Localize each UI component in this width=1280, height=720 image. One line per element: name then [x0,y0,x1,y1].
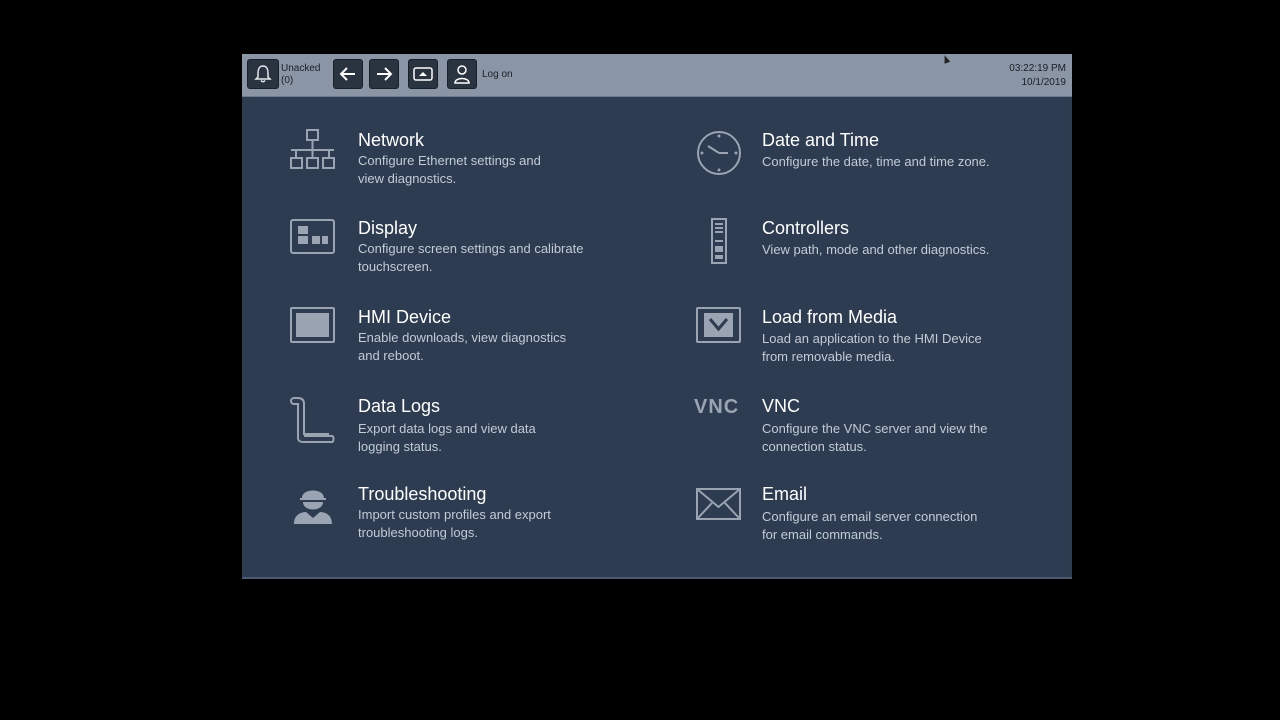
bell-icon [254,65,272,83]
arrow-left-icon [339,67,355,81]
tile-description: View path, mode and other diagnostics. [762,241,1022,259]
home-screen-button[interactable] [408,59,438,89]
user-icon [454,65,470,84]
tile-description: Enable downloads, view diagnostics and r… [358,329,608,365]
tile-title: Load from Media [762,307,898,327]
network-icon [290,129,335,169]
controller-icon [711,218,727,264]
logon-button[interactable] [447,59,477,89]
alarm-status: Unacked (0) [281,63,320,87]
tile-description: Export data logs and view data logging s… [358,420,608,456]
alarm-count: (0) [281,75,294,86]
vnc-icon: VNC [694,396,740,418]
download-icon [696,307,741,343]
screen-up-icon [413,67,433,81]
desc-line: troubleshooting logs. [358,525,478,540]
desc-line: view diagnostics. [358,171,457,186]
desc-line: for email commands. [762,527,883,542]
tile-title: Controllers [762,218,850,238]
monitor-icon [290,307,335,343]
display-icon [290,219,335,254]
desc-line: Configure screen settings and calibrate [358,241,584,256]
desc-line: Load an application to the HMI Device [762,331,982,346]
desc-line: Configure an email server connection [762,509,978,524]
tile-description: Configure the VNC server and view the co… [762,420,1022,456]
tile-title: VNC [762,396,801,416]
desc-line: Export data logs and view data [358,421,536,436]
forward-button[interactable] [369,59,399,89]
desc-line: touchscreen. [358,259,433,274]
desc-line: Configure Ethernet settings and [358,153,541,168]
time-display: 03:22:19 PM [1009,63,1066,74]
tile-description: Load an application to the HMI Device fr… [762,330,1022,366]
tile-title: Date and Time [762,130,880,150]
desc-line: Configure the VNC server and view the [762,421,988,436]
tile-title: Troubleshooting [358,484,487,504]
date-display: 10/1/2019 [1021,77,1067,88]
tile-description: Configure Ethernet settings and view dia… [358,152,608,188]
envelope-icon [696,488,741,520]
tile-title: Network [358,130,425,150]
alarm-button[interactable] [247,59,279,89]
desc-line: from removable media. [762,349,895,364]
logon-label[interactable]: Log on [482,69,513,81]
desc-line: connection status. [762,439,867,454]
clock-icon [697,131,741,175]
worker-icon [294,490,332,524]
tile-title: Email [762,484,808,504]
tile-description: Configure an email server connection for… [762,508,1022,544]
desc-line: Enable downloads, view diagnostics [358,330,567,345]
desc-line: Configure the date, time and time zone. [762,154,990,169]
tile-description: Configure the date, time and time zone. [762,153,1022,171]
tile-description: Import custom profiles and export troubl… [358,506,608,542]
tile-description: Configure screen settings and calibrate … [358,240,608,276]
arrow-right-icon [377,67,393,81]
alarm-label: Unacked [281,63,321,74]
tile-title: Data Logs [358,396,441,416]
bottom-border [242,577,1072,579]
tile-title: HMI Device [358,307,452,327]
desc-line: logging status. [358,439,442,454]
tile-title: Display [358,218,418,238]
desc-line: and reboot. [358,348,424,363]
hmi-screen: Unacked (0) Log on 03:22:19 PM 10/1/2019… [242,54,1072,579]
desc-line: Import custom profiles and export [358,507,551,522]
desc-line: View path, mode and other diagnostics. [762,242,990,257]
date-time: 03:22:19 PM 10/1/2019 [1009,62,1066,90]
back-button[interactable] [333,59,363,89]
scroll-icon [290,397,335,443]
